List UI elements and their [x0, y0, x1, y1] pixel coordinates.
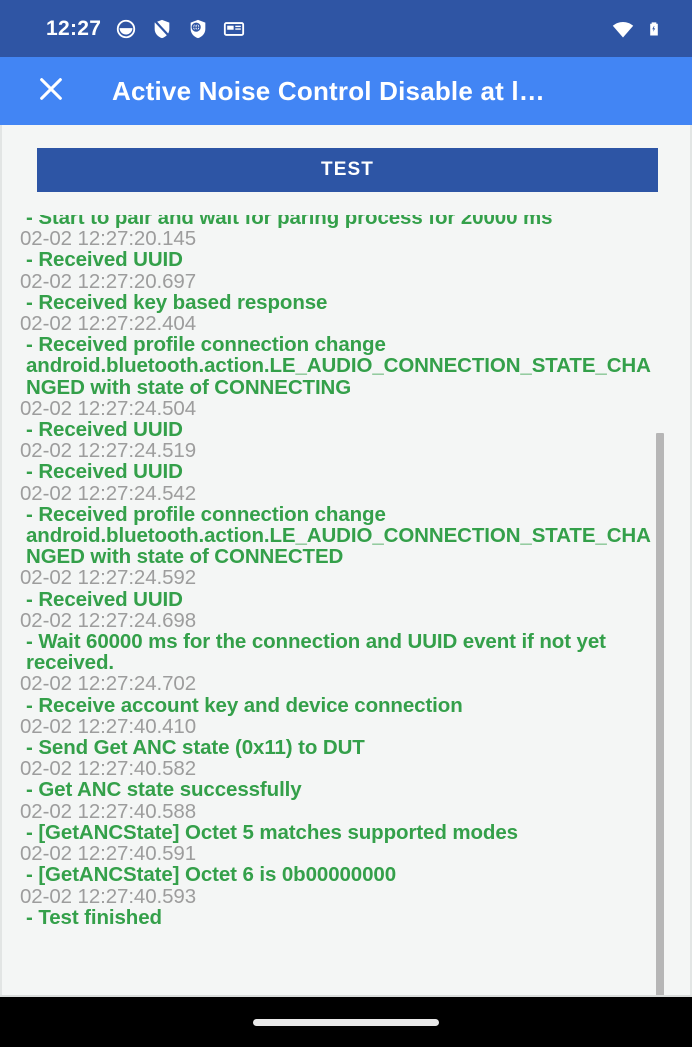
log-scrollbar-thumb[interactable]: [656, 433, 664, 995]
test-button-container: TEST: [2, 125, 690, 192]
test-button[interactable]: TEST: [37, 148, 658, 192]
shield-slash-icon: [151, 18, 173, 40]
home-gesture-pill[interactable]: [253, 1018, 439, 1026]
log-timestamp: 02-02 12:27:40.593: [20, 884, 197, 908]
log-message: - [GetANCState] Octet 5 matches supporte…: [26, 820, 518, 844]
log-timestamp: 02-02 12:27:40.588: [20, 799, 197, 823]
status-bar-left: 12:27: [46, 18, 245, 40]
log-message: - Received UUID: [26, 587, 183, 611]
log-timestamp: 02-02 12:27:40.591: [20, 842, 197, 866]
log-message: - Get ANC state successfully: [26, 778, 302, 802]
log-message: - Received profile connection change and…: [26, 502, 651, 569]
log-timestamp: 02-02 12:27:40.582: [20, 757, 197, 781]
rounded-app-icon: [115, 18, 137, 40]
card-icon: [223, 18, 245, 40]
log-timestamp: 02-02 12:27:24.519: [20, 439, 197, 463]
log-message: - Received UUID: [26, 248, 183, 272]
log-lines: - Start to pair and wait for paring proc…: [20, 215, 658, 928]
log-timestamp: 02-02 12:27:24.702: [20, 672, 197, 696]
log-timestamp: 02-02 12:27:24.592: [20, 566, 197, 590]
log-timestamp: 02-02 12:27:20.697: [20, 269, 197, 293]
log-timestamp: 02-02 12:27:22.404: [20, 312, 197, 336]
log-message: - Send Get ANC state (0x11) to DUT: [26, 736, 365, 760]
wifi-icon: [611, 18, 634, 40]
status-bar: 12:27: [0, 0, 692, 57]
navigation-bar: [0, 995, 692, 1047]
status-bar-right: [611, 18, 668, 40]
battery-icon: [646, 18, 668, 40]
log-message: - Wait 60000 ms for the connection and U…: [26, 630, 606, 675]
log-message: - Received UUID: [26, 460, 183, 484]
close-button[interactable]: [32, 72, 70, 110]
page-title: Active Noise Control Disable at l…: [112, 75, 546, 106]
shield-globe-icon: [187, 18, 209, 40]
phone-screen: 12:27 Active Noise Control Disable at l……: [0, 0, 692, 1052]
bottom-strip: [0, 1047, 692, 1052]
log-message: - Received UUID: [26, 418, 183, 442]
log-message: - [GetANCState] Octet 6 is 0b00000000: [26, 863, 397, 887]
log-timestamp: 02-02 12:27:40.410: [20, 714, 197, 738]
log-output[interactable]: - Start to pair and wait for paring proc…: [2, 215, 690, 995]
close-icon: [35, 73, 67, 110]
log-timestamp: 02-02 12:27:24.698: [20, 608, 197, 632]
log-message: - Receive account key and device connect…: [26, 693, 463, 717]
content-area: TEST - Start to pair and wait for paring…: [0, 125, 692, 995]
status-clock: 12:27: [46, 17, 102, 40]
log-timestamp: 02-02 12:27:24.542: [20, 481, 197, 505]
log-message: - Test finished: [26, 905, 162, 929]
log-timestamp: 02-02 12:27:20.145: [20, 227, 197, 251]
app-bar: Active Noise Control Disable at l…: [0, 57, 692, 125]
log-message: - Received profile connection change and…: [26, 333, 651, 399]
log-timestamp: 02-02 12:27:24.504: [20, 396, 197, 420]
log-message: - Received key based response: [26, 290, 328, 314]
